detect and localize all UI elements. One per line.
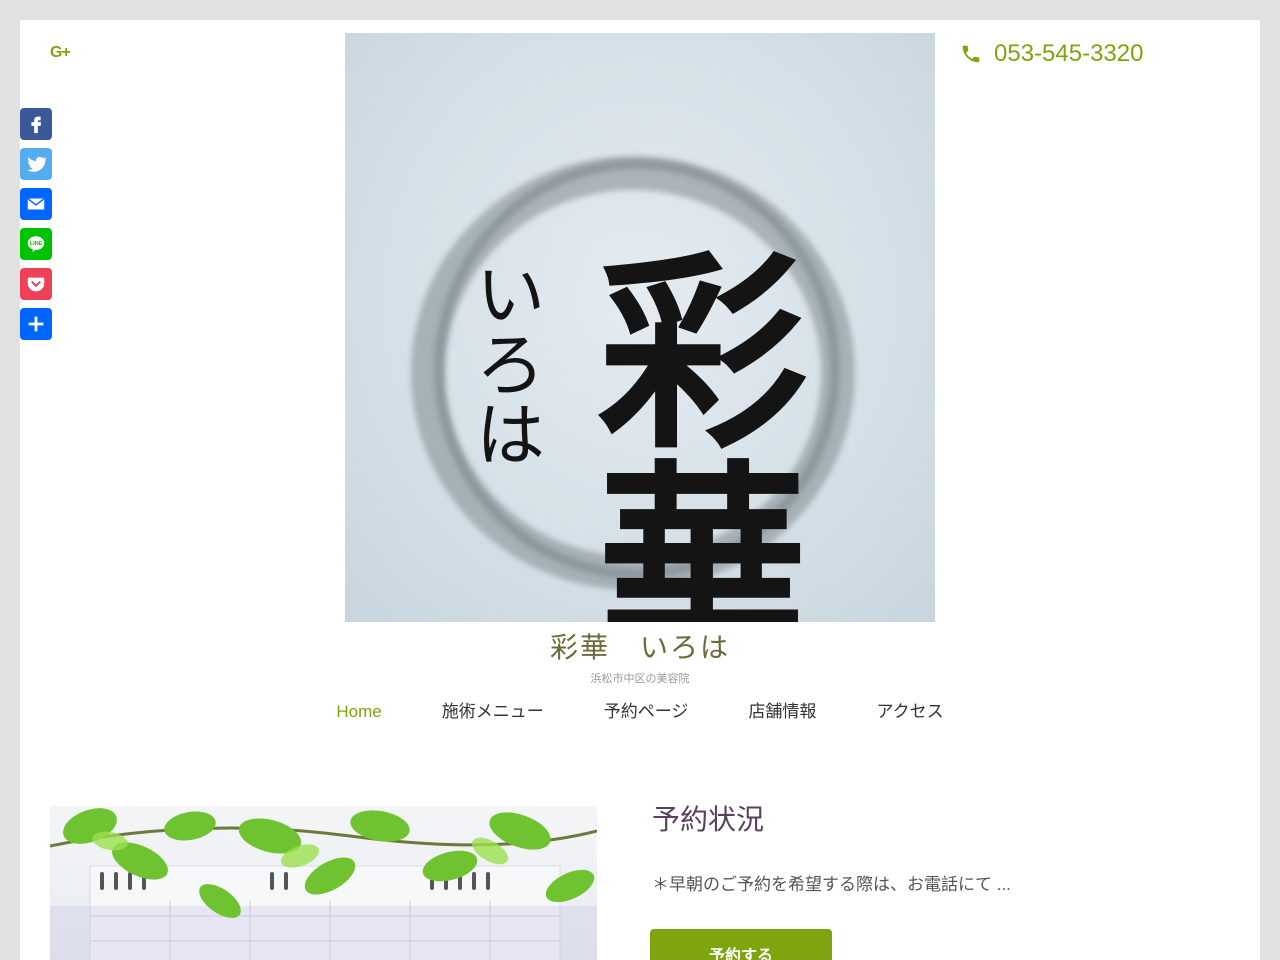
svg-text:LINE: LINE — [30, 241, 43, 247]
google-plus-link[interactable]: G+ — [50, 44, 71, 62]
calligraphy-artwork: 彩華 いろは — [411, 156, 855, 622]
phone-number: 053-545-3320 — [994, 40, 1144, 67]
share-more-button[interactable] — [20, 308, 52, 340]
facebook-icon — [31, 116, 42, 134]
pocket-share-button[interactable] — [20, 268, 52, 300]
calligraphy-sub: いろは — [464, 258, 546, 468]
twitter-share-button[interactable] — [20, 148, 52, 180]
facebook-share-button[interactable] — [20, 108, 52, 140]
share-bar: LINE — [20, 108, 52, 340]
nav-item-reservation[interactable]: 予約ページ — [574, 700, 719, 724]
nav-item-home[interactable]: Home — [306, 700, 411, 724]
twitter-icon — [27, 156, 47, 172]
main-nav: Home 施術メニュー 予約ページ 店舗情報 アクセス — [20, 700, 1260, 724]
post-excerpt: ＊早朝のご予約を希望する際は、お電話にて ... — [652, 875, 1011, 894]
post-featured-image[interactable] — [50, 806, 597, 960]
line-share-button[interactable]: LINE — [20, 228, 52, 260]
reserve-button[interactable]: 予約する — [650, 929, 832, 960]
site-tagline: 浜松市中区の美容院 — [590, 673, 690, 685]
pocket-icon — [27, 277, 45, 292]
email-icon — [27, 198, 45, 210]
post-title[interactable]: 予約状況 — [652, 798, 764, 838]
calendar-leaves-photo — [50, 808, 597, 960]
page-container: G+ 053-545-3320 LINE 彩華 いろは 彩華 いろは 浜松市中区… — [20, 20, 1260, 960]
phone-icon — [962, 45, 980, 63]
nav-item-shop-info[interactable]: 店舗情報 — [718, 700, 846, 724]
calligraphy-main: 彩華 — [562, 243, 809, 622]
plus-icon — [28, 316, 44, 332]
logo-image[interactable]: 彩華 いろは — [345, 33, 935, 622]
line-icon: LINE — [27, 236, 45, 253]
nav-item-menu[interactable]: 施術メニュー — [412, 700, 574, 724]
email-share-button[interactable] — [20, 188, 52, 220]
phone-contact[interactable]: 053-545-3320 — [960, 40, 1143, 68]
nav-item-access[interactable]: アクセス — [846, 700, 973, 724]
site-title[interactable]: 彩華 いろは — [20, 626, 1260, 666]
